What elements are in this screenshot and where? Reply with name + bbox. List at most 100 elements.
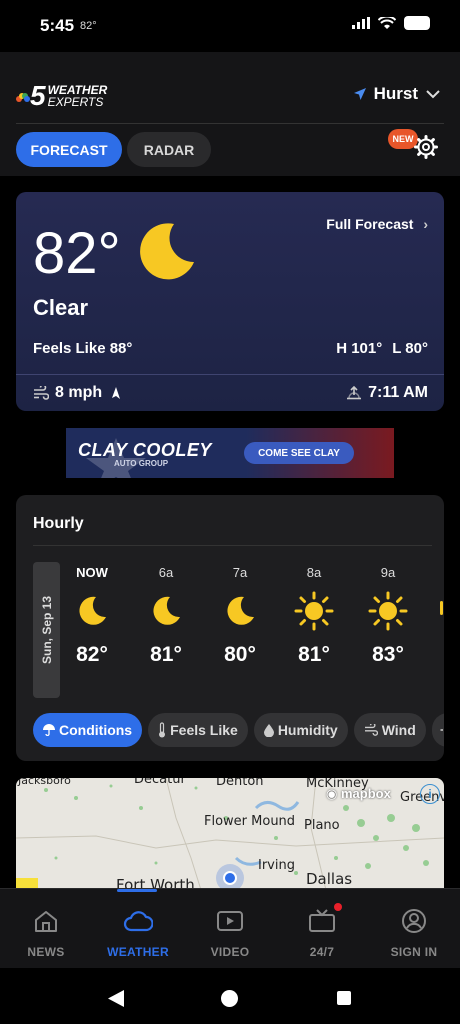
map-label: Jacksboro xyxy=(18,778,71,787)
hourly-forecast-card: Hourly Sun, Sep 13 NOW 82° 6a 81° 7a 80°… xyxy=(16,495,444,761)
system-nav-bar xyxy=(0,968,460,1024)
home-button[interactable] xyxy=(221,990,238,1007)
ad-brand: CLAY COOLEY xyxy=(78,440,212,460)
wind-direction-icon xyxy=(112,387,121,399)
info-icon[interactable]: i xyxy=(420,784,440,804)
back-icon[interactable] xyxy=(108,990,124,1007)
droplet-icon xyxy=(263,723,274,737)
wind-info: 8 mph xyxy=(33,384,121,402)
status-temp: 82° xyxy=(80,20,97,32)
thermometer-icon xyxy=(159,722,166,738)
hour-column[interactable]: NOW 82° xyxy=(67,565,117,667)
moon-icon xyxy=(215,593,265,629)
cloud-icon xyxy=(98,907,178,935)
mapbox-logo-icon: ◉ xyxy=(326,786,338,801)
map-label: Flower Mound xyxy=(204,814,296,829)
wind-icon xyxy=(34,386,49,400)
sun-icon xyxy=(363,591,413,631)
gear-icon[interactable] xyxy=(414,135,438,159)
header-divider xyxy=(16,123,444,124)
low-temp: L 80° xyxy=(392,340,428,357)
hour-column[interactable]: 7a 80° xyxy=(215,565,265,667)
pill-feels-like[interactable]: Feels Like xyxy=(148,713,248,747)
recent-apps-button[interactable] xyxy=(337,991,351,1005)
map-label: Dallas xyxy=(306,870,353,888)
umbrella-icon xyxy=(43,724,55,736)
hourly-title: Hourly xyxy=(33,515,84,532)
hour-temp: 80° xyxy=(224,643,256,666)
map-label: Decatur xyxy=(134,778,186,787)
hour-temp: 81° xyxy=(150,643,182,666)
moon-icon xyxy=(140,223,194,280)
moon-icon xyxy=(67,593,117,629)
pill-more[interactable] xyxy=(431,713,444,747)
pill-wind[interactable]: Wind xyxy=(353,713,426,747)
hourly-metric-pills: Conditions Feels Like Humidity Wind xyxy=(33,713,444,747)
radar-map[interactable]: Jacksboro Decatur Denton McKinney Greenv… xyxy=(16,778,444,890)
notification-dot xyxy=(334,903,342,911)
status-icons xyxy=(352,16,430,30)
location-name: Hurst xyxy=(373,84,418,103)
hour-label: 8a xyxy=(306,565,322,580)
date-label: Sun, Sep 13 xyxy=(33,562,60,698)
hour-temp: 81° xyxy=(298,643,330,666)
hour-label: NOW xyxy=(76,565,108,580)
hour-column[interactable]: 8a 81° xyxy=(289,565,339,667)
current-condition: Clear xyxy=(33,295,89,320)
map-label: Plano xyxy=(304,818,340,833)
sunrise-info: 7:11 AM xyxy=(346,384,428,402)
status-time: 5:45 xyxy=(40,16,75,35)
current-temperature: 82° xyxy=(33,221,121,286)
card-divider xyxy=(16,374,444,375)
hourly-divider xyxy=(33,545,432,546)
peacock-icon xyxy=(16,93,30,102)
hour-column[interactable]: 9a 83° xyxy=(363,565,413,667)
nav-sign-in[interactable]: SIGN IN xyxy=(374,907,454,959)
wifi-icon xyxy=(378,16,396,29)
app-header: 5 WEATHER EXPERTS Hurst FORECAST RADAR N… xyxy=(0,52,460,176)
tab-forecast[interactable]: FORECAST xyxy=(16,132,122,167)
sunrise-time: 7:11 AM xyxy=(368,384,428,401)
location-arrow-icon xyxy=(353,88,366,100)
wind-speed: 8 mph xyxy=(55,384,103,401)
nbc5-weather-experts-logo: 5 WEATHER EXPERTS xyxy=(16,82,107,110)
hour-temp: 82° xyxy=(76,643,108,666)
bottom-nav: NEWS WEATHER VIDEO 24/7 SIGN IN xyxy=(0,888,460,968)
hour-label: 9a xyxy=(380,565,396,580)
hour-label: 7a xyxy=(232,565,248,580)
location-selector[interactable]: Hurst xyxy=(353,84,440,104)
pill-conditions[interactable]: Conditions xyxy=(33,713,143,747)
chevron-down-icon xyxy=(426,89,440,98)
feels-like: Feels Like 88° xyxy=(33,340,133,357)
map-label: Denton xyxy=(216,778,264,789)
next-hour-peek xyxy=(440,601,443,615)
current-location-marker xyxy=(216,864,244,890)
ad-banner[interactable]: CLAY COOLEY AUTO GROUP COME SEE CLAY xyxy=(66,428,394,478)
sunrise-icon xyxy=(347,386,362,400)
ad-subtitle: AUTO GROUP xyxy=(114,459,169,468)
chevron-right-icon: › xyxy=(423,216,428,232)
wind-icon xyxy=(364,724,378,736)
nav-video[interactable]: VIDEO xyxy=(190,907,270,959)
mapbox-attribution: ◉ mapbox xyxy=(326,786,391,801)
hour-temp: 83° xyxy=(372,643,404,666)
map-label: Irving xyxy=(258,858,295,873)
nav-24-7[interactable]: 24/7 xyxy=(282,903,362,959)
tab-radar[interactable]: RADAR xyxy=(127,132,211,167)
nav-active-indicator xyxy=(117,889,157,892)
signal-icon xyxy=(352,17,370,29)
full-forecast-link[interactable]: Full Forecast › xyxy=(326,216,428,232)
nav-weather[interactable]: WEATHER xyxy=(98,907,178,959)
status-bar: 5:45 82° xyxy=(0,0,460,52)
hour-column[interactable]: 6a 81° xyxy=(141,565,191,667)
sun-icon xyxy=(440,729,443,731)
nav-news[interactable]: NEWS xyxy=(6,907,86,959)
ad-cta-button[interactable]: COME SEE CLAY xyxy=(244,442,354,464)
pill-humidity[interactable]: Humidity xyxy=(253,713,348,747)
home-icon xyxy=(6,907,86,935)
sun-icon xyxy=(289,591,339,631)
hour-label: 6a xyxy=(158,565,174,580)
current-conditions-card[interactable]: 82° Full Forecast › Clear Feels Like 88°… xyxy=(16,192,444,411)
moon-icon xyxy=(141,593,191,629)
play-icon xyxy=(190,907,270,935)
